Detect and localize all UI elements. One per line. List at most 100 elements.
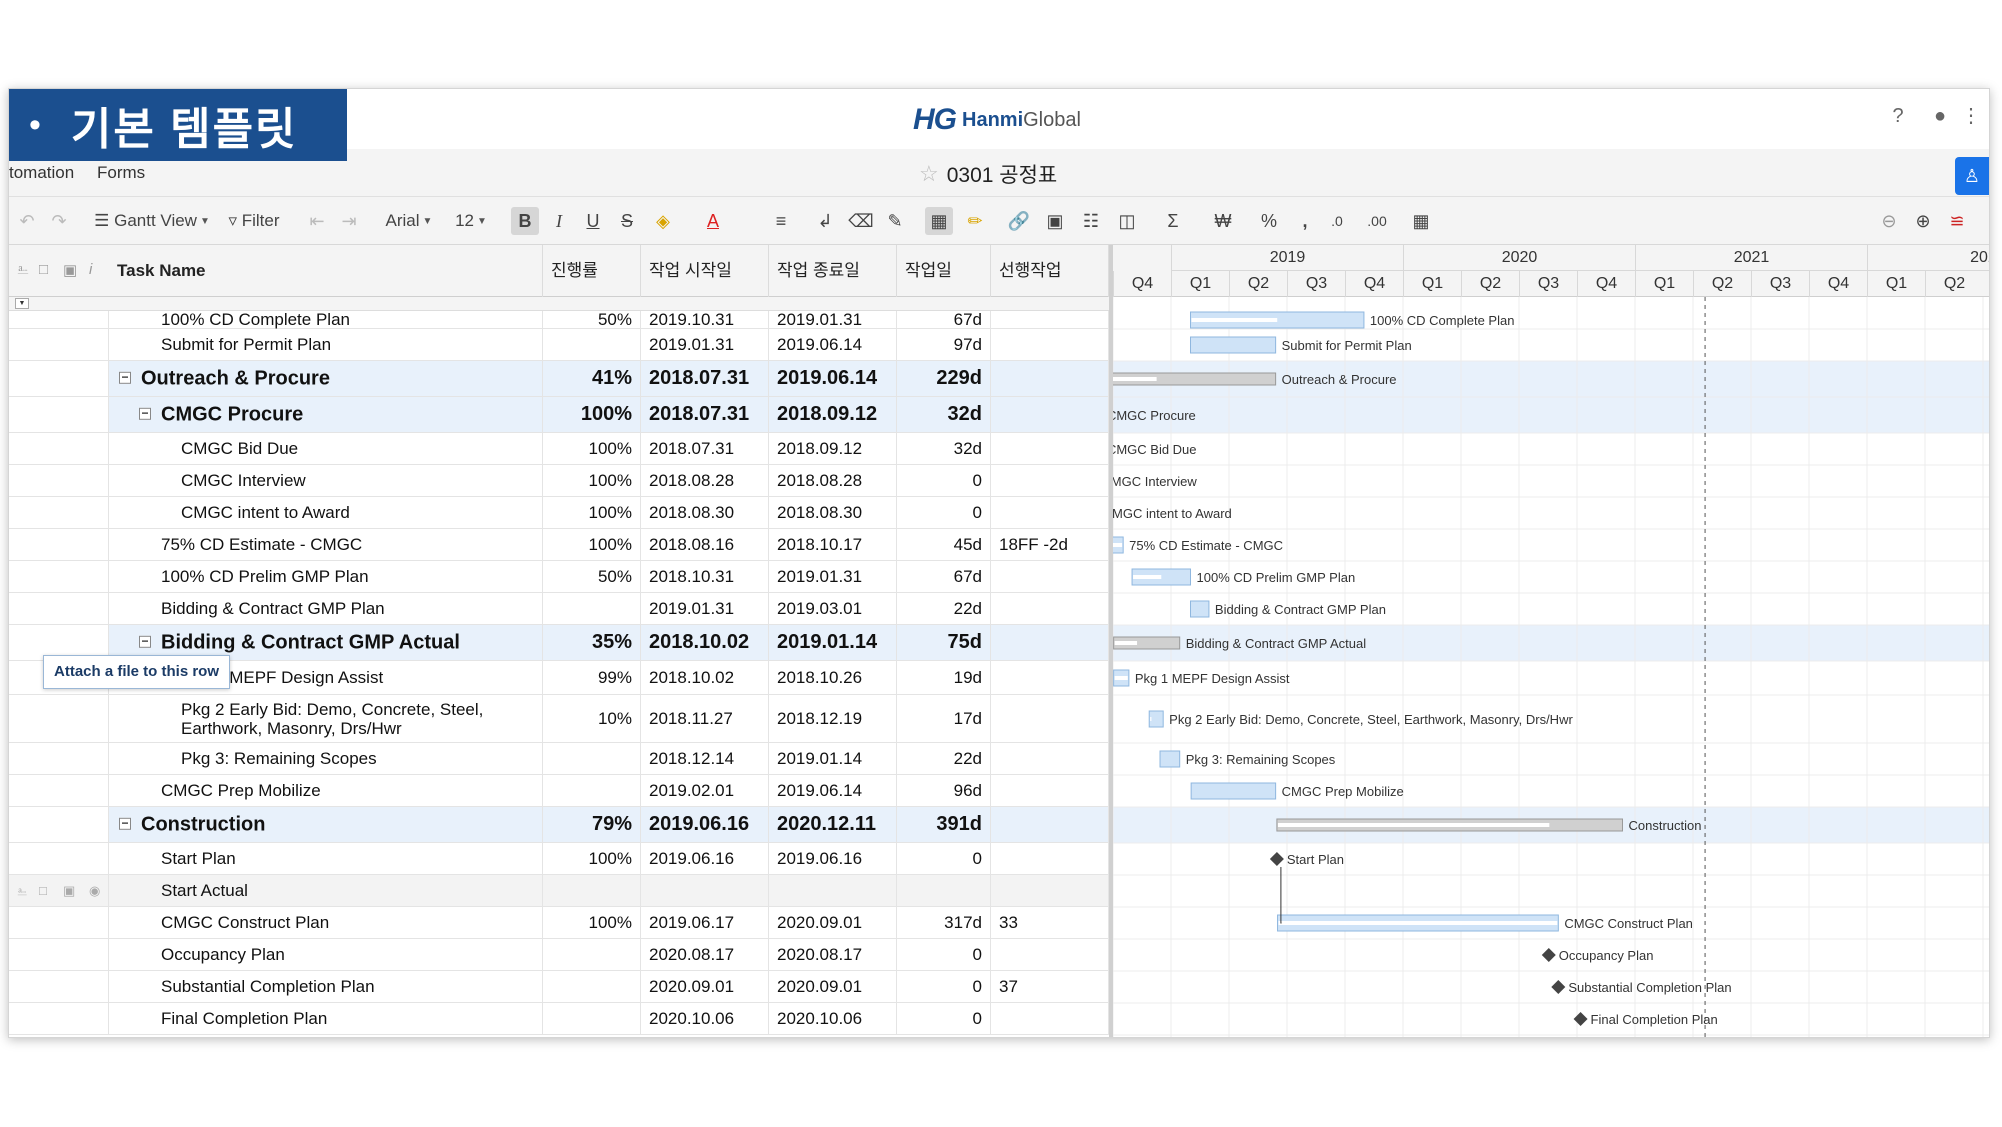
highlight-icon[interactable]: ✏ [961, 207, 989, 235]
start-date-cell[interactable]: 2019.06.17 [641, 907, 769, 938]
start-date-cell[interactable]: 2018.12.14 [641, 743, 769, 774]
zoom-in-icon[interactable]: ⊕ [1909, 207, 1937, 235]
task-name-cell[interactable]: Bidding & Contract GMP Plan [109, 593, 543, 624]
start-date-cell[interactable]: 2018.08.16 [641, 529, 769, 560]
fill-color-icon[interactable]: ◈ [649, 207, 677, 235]
outdent-icon[interactable]: ⇤ [303, 207, 331, 235]
column-header-predecessor[interactable]: 선행작업 [991, 245, 1109, 297]
format-icon[interactable]: ▦ [1407, 207, 1435, 235]
predecessor-cell[interactable] [991, 875, 1109, 906]
duration-cell[interactable]: 391d [897, 807, 991, 842]
progress-cell[interactable] [543, 971, 641, 1002]
task-row[interactable]: CMGC Bid Due 100% 2018.07.31 2018.09.12 32d [9, 433, 1109, 465]
progress-cell[interactable]: 50% [543, 561, 641, 592]
star-icon[interactable]: ☆ [919, 161, 939, 187]
duration-cell[interactable]: 96d [897, 775, 991, 806]
start-date-cell[interactable]: 2020.10.06 [641, 1003, 769, 1034]
start-date-cell[interactable]: 2018.10.31 [641, 561, 769, 592]
column-header-progress[interactable]: 진행률 [543, 245, 641, 297]
row-action-cells[interactable] [9, 1003, 109, 1034]
predecessor-cell[interactable]: 33 [991, 907, 1109, 938]
menu-automation[interactable]: tomation [9, 163, 74, 183]
predecessor-cell[interactable] [991, 843, 1109, 874]
task-name-cell[interactable]: − Construction [109, 807, 543, 842]
progress-cell[interactable] [543, 743, 641, 774]
task-name-cell[interactable]: Pkg 3: Remaining Scopes [109, 743, 543, 774]
start-date-cell[interactable]: 2018.11.27 [641, 695, 769, 742]
row-action-cells[interactable] [9, 939, 109, 970]
column-header-duration[interactable]: 작업일 [897, 245, 991, 297]
format-painter-icon[interactable]: ✎ [881, 207, 909, 235]
predecessor-cell[interactable] [991, 329, 1109, 360]
task-name-cell[interactable]: Occupancy Plan [109, 939, 543, 970]
progress-cell[interactable] [543, 329, 641, 360]
end-date-cell[interactable]: 2018.09.12 [769, 433, 897, 464]
task-row[interactable]: ⎁ □ ▣ ◉ Start Actual [9, 875, 1109, 907]
progress-cell[interactable]: 100% [543, 907, 641, 938]
end-date-cell[interactable]: 2020.12.11 [769, 807, 897, 842]
milestone-marker[interactable] [1551, 980, 1566, 994]
duration-cell[interactable]: 32d [897, 433, 991, 464]
bold-button[interactable]: B [511, 207, 539, 235]
end-date-cell[interactable]: 2019.06.14 [769, 329, 897, 360]
duration-cell[interactable]: 32d [897, 397, 991, 432]
end-date-cell[interactable] [769, 875, 897, 906]
duration-cell[interactable]: 0 [897, 939, 991, 970]
predecessor-cell[interactable]: 37 [991, 971, 1109, 1002]
predecessor-cell[interactable] [991, 775, 1109, 806]
duration-cell[interactable]: 67d [897, 561, 991, 592]
task-row[interactable]: Final Completion Plan 2020.10.06 2020.10.0… [9, 1003, 1109, 1035]
task-row[interactable]: CMGC Construct Plan 100% 2019.06.17 2020.09… [9, 907, 1109, 939]
progress-cell[interactable]: 79% [543, 807, 641, 842]
duration-cell[interactable]: 229d [897, 361, 991, 396]
predecessor-cell[interactable] [991, 939, 1109, 970]
end-date-cell[interactable]: 2019.06.14 [769, 361, 897, 396]
font-size-dropdown[interactable]: 12 ▼ [449, 207, 493, 235]
task-name-cell[interactable]: Start Plan [109, 843, 543, 874]
predecessor-cell[interactable] [991, 593, 1109, 624]
duration-cell[interactable]: 0 [897, 1003, 991, 1034]
duration-cell[interactable]: 0 [897, 971, 991, 1002]
progress-cell[interactable]: 41% [543, 361, 641, 396]
task-row[interactable]: Substantial Completion Plan 2020.09.01 202… [9, 971, 1109, 1003]
row-action-cells[interactable] [9, 907, 109, 938]
duration-cell[interactable]: 45d [897, 529, 991, 560]
end-date-cell[interactable]: 2018.09.12 [769, 397, 897, 432]
milestone-marker[interactable] [1269, 852, 1284, 866]
row-action-cells[interactable] [9, 397, 109, 432]
text-color-icon[interactable]: A [699, 207, 727, 235]
duration-cell[interactable]: 67d [897, 311, 991, 329]
task-row[interactable]: 100% CD Prelim GMP Plan 50% 2018.10.31 2019… [9, 561, 1109, 593]
start-date-cell[interactable]: 2018.08.28 [641, 465, 769, 496]
predecessor-cell[interactable] [991, 361, 1109, 396]
task-name-cell[interactable]: − Outreach & Procure [109, 361, 543, 396]
predecessor-cell[interactable] [991, 807, 1109, 842]
end-date-cell[interactable]: 2019.03.01 [769, 593, 897, 624]
task-name-cell[interactable]: CMGC Construct Plan [109, 907, 543, 938]
task-row[interactable]: 100% CD Complete Plan 50% 2019.10.31 2019.0… [9, 311, 1109, 329]
percent-icon[interactable]: % [1255, 207, 1283, 235]
task-name-cell[interactable]: 75% CD Estimate - CMGC [109, 529, 543, 560]
task-row[interactable]: − Outreach & Procure 41% 2018.07.31 2019.06.… [9, 361, 1109, 397]
currency-icon[interactable]: ₩ [1209, 207, 1237, 235]
row-action-cells[interactable] [9, 807, 109, 842]
duration-cell[interactable]: 317d [897, 907, 991, 938]
row-action-cells[interactable] [9, 775, 109, 806]
row-action-cells[interactable] [9, 497, 109, 528]
predecessor-cell[interactable] [991, 625, 1109, 660]
task-name-cell[interactable]: CMGC intent to Award [109, 497, 543, 528]
end-date-cell[interactable]: 2018.10.26 [769, 661, 897, 694]
collapse-toggle[interactable]: − [119, 816, 131, 830]
start-date-cell[interactable]: 2020.09.01 [641, 971, 769, 1002]
task-bar[interactable] [1190, 782, 1277, 800]
redo-icon[interactable]: ↷ [45, 207, 73, 235]
share-button[interactable]: ♙ [1955, 157, 1989, 195]
duration-cell[interactable]: 22d [897, 743, 991, 774]
predecessor-cell[interactable] [991, 661, 1109, 694]
progress-cell[interactable] [543, 1003, 641, 1034]
duration-cell[interactable]: 75d [897, 625, 991, 660]
row-action-cells[interactable] [9, 843, 109, 874]
start-date-cell[interactable]: 2019.01.31 [641, 593, 769, 624]
wrap-text-icon[interactable]: ↲ [811, 207, 839, 235]
menu-forms[interactable]: Forms [97, 163, 145, 183]
